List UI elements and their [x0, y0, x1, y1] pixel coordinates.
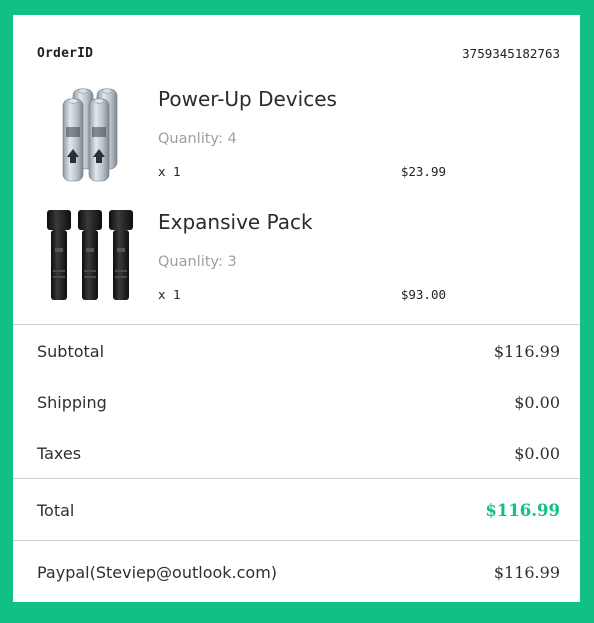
item-price: $23.99	[400, 164, 446, 179]
taxes-row: Taxes $0.00	[37, 441, 560, 465]
taxes-value: $0.00	[514, 443, 560, 463]
order-id-label: OrderID	[37, 45, 94, 61]
order-header: OrderID 3759345182763	[37, 45, 560, 61]
item-quantity: Quanlity: 3	[158, 254, 237, 270]
shipping-row: Shipping $0.00	[37, 390, 560, 414]
subtotal-label: Subtotal	[37, 341, 105, 361]
divider	[13, 324, 580, 325]
payment-row: Paypal(Steviep@outlook.com) $116.99	[37, 560, 560, 584]
order-summary-card: OrderID 3759345182763 Power-Up Devices Q…	[13, 15, 580, 602]
item-price: $93.00	[400, 287, 446, 302]
divider	[13, 478, 580, 479]
shipping-label: Shipping	[37, 392, 107, 412]
taxes-label: Taxes	[37, 443, 82, 463]
total-value: $116.99	[485, 500, 560, 520]
line-item: Power-Up Devices Quanlity: 4 x 1 $23.99	[43, 87, 463, 197]
item-multiplier: x 1	[158, 287, 181, 302]
order-id-value: 3759345182763	[462, 45, 560, 61]
line-item: Expansive Pack Quanlity: 3 x 1 $93.00	[43, 210, 463, 320]
battery-pack-icon	[43, 87, 135, 187]
subtotal-row: Subtotal $116.99	[37, 339, 560, 363]
item-quantity: Quanlity: 4	[158, 131, 237, 147]
flashlight-pack-icon	[45, 210, 137, 310]
payment-amount: $116.99	[493, 562, 560, 582]
total-row: Total $116.99	[37, 498, 560, 522]
total-label: Total	[37, 500, 75, 520]
item-multiplier: x 1	[158, 164, 181, 179]
divider	[13, 540, 580, 541]
item-name: Power-Up Devices	[158, 87, 337, 111]
payment-method: Paypal(Steviep@outlook.com)	[37, 562, 278, 582]
item-name: Expansive Pack	[158, 210, 313, 234]
shipping-value: $0.00	[514, 392, 560, 412]
subtotal-value: $116.99	[493, 341, 560, 361]
